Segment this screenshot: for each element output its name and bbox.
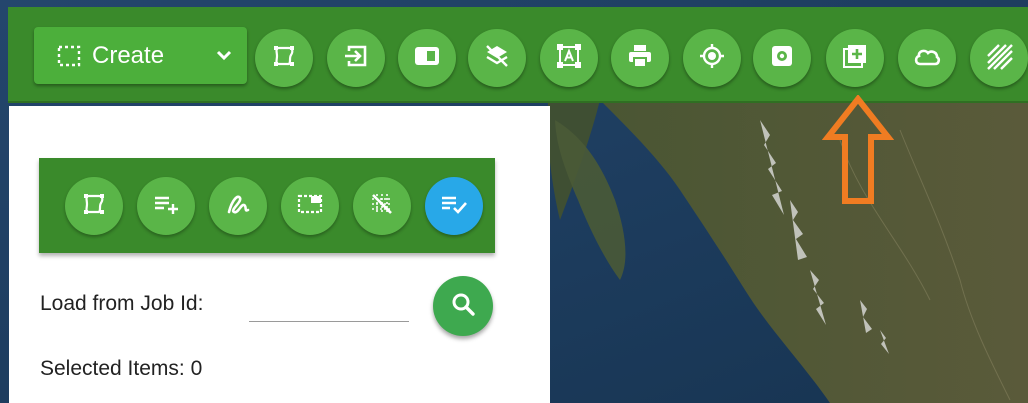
cloud-icon — [912, 44, 942, 73]
lasso-select-icon — [81, 191, 107, 222]
select-rectangle-icon — [296, 191, 324, 222]
import-icon — [342, 42, 370, 75]
add-to-list-icon — [841, 42, 869, 75]
layers-off-button[interactable] — [468, 29, 526, 87]
hatch-pattern-button[interactable] — [970, 29, 1028, 87]
add-to-selection-button[interactable] — [137, 177, 195, 235]
lasso-tool-button[interactable] — [65, 177, 123, 235]
printer-icon — [626, 42, 654, 75]
text-box-button[interactable] — [540, 29, 598, 87]
add-to-list-icon — [152, 192, 180, 221]
text-box-icon — [555, 42, 583, 75]
import-button[interactable] — [327, 29, 385, 87]
lasso-select-button[interactable] — [255, 29, 313, 87]
chevron-down-icon[interactable] — [215, 46, 233, 64]
lasso-select-icon — [271, 43, 297, 74]
hatch-pattern-icon — [985, 42, 1013, 75]
panel-toggle-icon — [413, 44, 441, 73]
search-icon — [450, 291, 476, 322]
settings-button[interactable] — [753, 29, 811, 87]
top-toolbar: Create — [8, 7, 1028, 103]
annotation-arrow — [822, 95, 894, 204]
clear-selection-icon — [368, 190, 396, 223]
create-dropdown-button[interactable]: Create — [34, 27, 247, 84]
rectangle-select-button[interactable] — [281, 177, 339, 235]
selection-panel: Load from Job Id: Selected Items: 0 — [9, 106, 550, 403]
freehand-draw-button[interactable] — [209, 177, 267, 235]
selected-items-count: Selected Items: 0 — [40, 357, 203, 380]
select-rectangle-icon — [56, 44, 82, 68]
print-button[interactable] — [611, 29, 669, 87]
checklist-icon — [439, 192, 469, 221]
job-id-label: Load from Job Id: — [40, 292, 204, 315]
create-label: Create — [92, 41, 165, 69]
cloud-button[interactable] — [898, 29, 956, 87]
panel-toggle-button[interactable] — [398, 29, 456, 87]
layers-off-icon — [483, 42, 511, 75]
search-button[interactable] — [433, 276, 493, 336]
locate-icon — [698, 42, 726, 75]
confirm-selection-button[interactable] — [425, 177, 483, 235]
clear-selection-button[interactable] — [353, 177, 411, 235]
draw-freehand-icon — [224, 190, 252, 223]
settings-icon — [769, 43, 795, 74]
locate-button[interactable] — [683, 29, 741, 87]
job-id-input[interactable] — [249, 295, 409, 322]
add-to-list-button[interactable] — [826, 29, 884, 87]
selection-tools-bar — [39, 158, 495, 253]
